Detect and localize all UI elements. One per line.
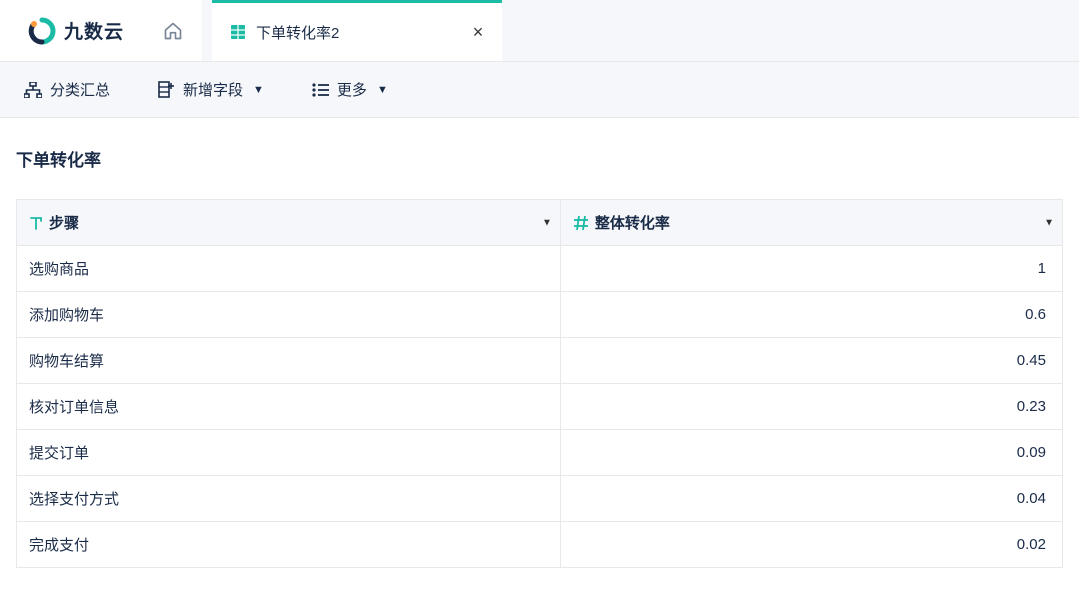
table-row: 核对订单信息0.23 [17,384,1063,430]
toolbar: 分类汇总 新增字段 ▼ 更多 ▼ [0,62,1079,118]
cell-rate: 0.04 [560,476,1062,522]
top-bar: 九数云 下单转化率2 × [0,0,1079,62]
page-title: 下单转化率 [16,146,1063,171]
toolbar-label-add-field: 新增字段 [183,79,243,100]
cell-rate: 0.45 [560,338,1062,384]
column-header-rate[interactable]: 整体转化率 ▼ [560,200,1062,246]
cell-step: 添加购物车 [17,292,561,338]
column-header-step[interactable]: 步骤 ▼ [17,200,561,246]
table-row: 选择支付方式0.04 [17,476,1063,522]
table-row: 购物车结算0.45 [17,338,1063,384]
logo-section: 九数云 [0,0,144,61]
cell-step: 购物车结算 [17,338,561,384]
home-button[interactable] [144,0,202,61]
brand-name: 九数云 [64,17,124,44]
cell-step: 选购商品 [17,246,561,292]
table-row: 提交订单0.09 [17,430,1063,476]
content-area: 下单转化率 步骤 ▼ [0,118,1079,584]
brand-logo-icon [28,17,56,45]
column-label: 整体转化率 [595,212,670,233]
add-field-button[interactable]: 新增字段 ▼ [158,79,264,100]
cell-rate: 1 [560,246,1062,292]
cell-rate: 0.09 [560,430,1062,476]
cell-step: 核对订单信息 [17,384,561,430]
cell-step: 选择支付方式 [17,476,561,522]
data-table: 步骤 ▼ 整体转化率 [16,199,1063,568]
cell-rate: 0.02 [560,522,1062,568]
cell-step: 提交订单 [17,430,561,476]
number-type-icon [573,216,589,230]
chevron-down-icon: ▼ [253,84,264,96]
toolbar-label-more: 更多 [337,79,367,100]
table-row: 完成支付0.02 [17,522,1063,568]
add-column-icon [158,81,175,98]
table-tab-icon [230,24,246,40]
list-icon [312,83,329,97]
cell-rate: 0.6 [560,292,1062,338]
tab-active[interactable]: 下单转化率2 × [212,0,502,61]
toolbar-label-classify: 分类汇总 [50,79,110,100]
home-icon [163,21,183,41]
cell-step: 完成支付 [17,522,561,568]
cell-rate: 0.23 [560,384,1062,430]
hierarchy-icon [24,82,42,98]
classify-summary-button[interactable]: 分类汇总 [24,79,110,100]
filter-dropdown-icon[interactable]: ▼ [1044,217,1054,228]
text-type-icon [29,216,43,230]
more-button[interactable]: 更多 ▼ [312,79,388,100]
table-row: 选购商品1 [17,246,1063,292]
filter-dropdown-icon[interactable]: ▼ [542,217,552,228]
close-icon[interactable]: × [468,22,488,42]
tab-label: 下单转化率2 [256,22,458,43]
table-row: 添加购物车0.6 [17,292,1063,338]
chevron-down-icon: ▼ [377,84,388,96]
column-label: 步骤 [49,212,79,233]
